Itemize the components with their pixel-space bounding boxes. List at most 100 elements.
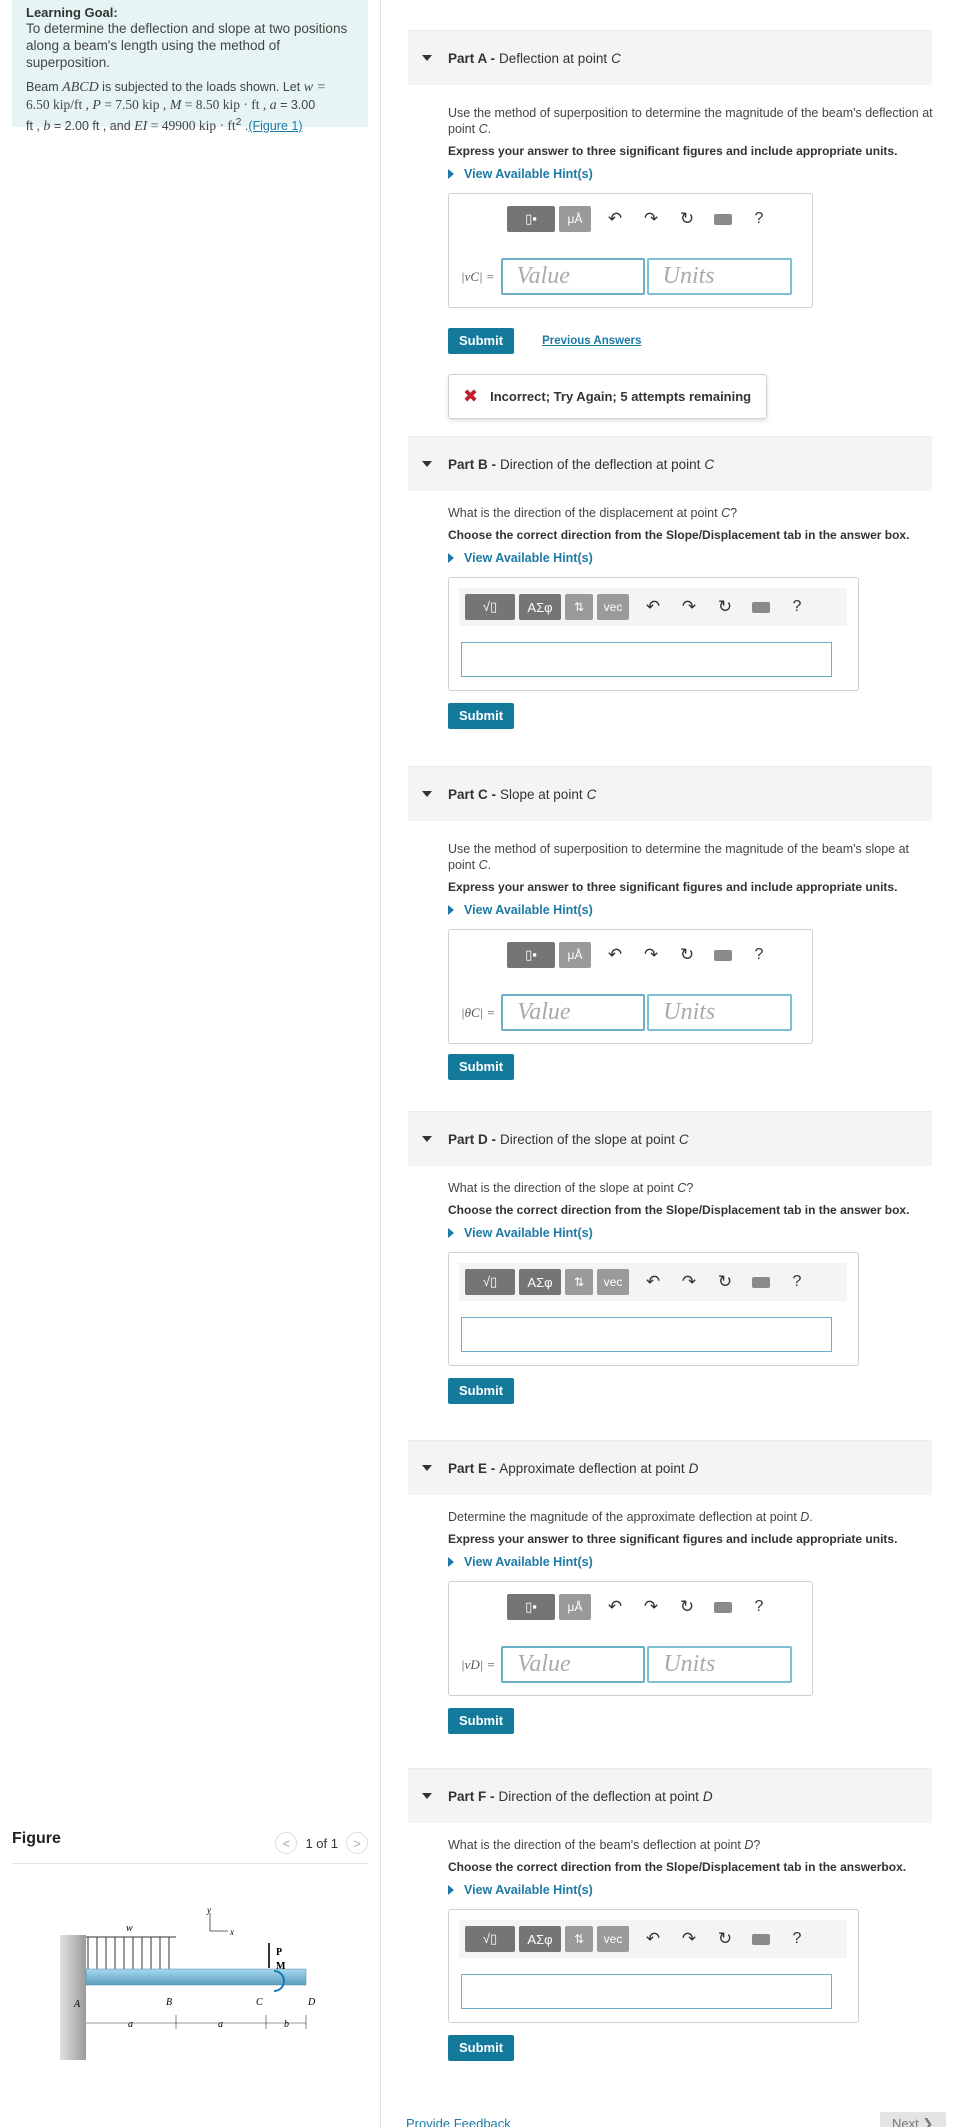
- keyboard-icon[interactable]: [743, 594, 779, 620]
- part-b-header[interactable]: Part B - Direction of the deflection at p…: [408, 436, 932, 491]
- figure-link[interactable]: (Figure 1): [248, 119, 302, 133]
- help-icon[interactable]: ?: [741, 1594, 777, 1620]
- view-hints-link[interactable]: View Available Hint(s): [448, 167, 932, 181]
- var-m: M: [169, 98, 182, 113]
- reset-icon[interactable]: ↻: [707, 1926, 743, 1952]
- prev-figure-button[interactable]: <: [275, 1832, 298, 1854]
- value-input[interactable]: Value: [501, 1646, 646, 1683]
- view-hints-link[interactable]: View Available Hint(s): [448, 551, 932, 565]
- units-input[interactable]: Units: [647, 1646, 793, 1683]
- answer-input[interactable]: [461, 1317, 832, 1352]
- figure-label-m: M: [276, 1961, 286, 1972]
- collapse-triangle-icon[interactable]: [422, 1136, 432, 1142]
- undo-icon[interactable]: ↶: [635, 594, 671, 620]
- sqrt-template-icon[interactable]: √▯: [465, 594, 515, 620]
- template-icon[interactable]: ▯▪: [507, 1594, 555, 1620]
- submit-button[interactable]: Submit: [448, 1378, 515, 1404]
- arrows-button[interactable]: ⇅: [565, 1269, 593, 1295]
- undo-icon[interactable]: ↶: [597, 206, 633, 232]
- greek-button[interactable]: ΑΣφ: [519, 1926, 561, 1952]
- help-icon[interactable]: ?: [779, 594, 815, 620]
- view-hints-link[interactable]: View Available Hint(s): [448, 1555, 932, 1569]
- collapse-triangle-icon[interactable]: [422, 461, 432, 467]
- template-icon[interactable]: ▯▪: [507, 942, 555, 968]
- feedback-text: Incorrect; Try Again; 5 attempts remaini…: [490, 389, 752, 404]
- submit-button[interactable]: Submit: [448, 1708, 515, 1734]
- caret-right-icon: [448, 1228, 454, 1238]
- submit-button[interactable]: Submit: [448, 703, 515, 729]
- part-a-header[interactable]: Part A - Deflection at point C: [408, 30, 932, 85]
- answer-input[interactable]: [461, 642, 832, 677]
- keyboard-icon[interactable]: [705, 1594, 741, 1620]
- collapse-triangle-icon[interactable]: [422, 1465, 432, 1471]
- undo-icon[interactable]: ↶: [635, 1926, 671, 1952]
- sqrt-template-icon[interactable]: √▯: [465, 1926, 515, 1952]
- vec-button[interactable]: vec: [597, 1269, 629, 1295]
- reset-icon[interactable]: ↻: [669, 1594, 705, 1620]
- undo-icon[interactable]: ↶: [597, 1594, 633, 1620]
- figure-label-w: w: [126, 1923, 133, 1934]
- value-input[interactable]: Value: [501, 994, 646, 1031]
- units-button[interactable]: μÅ: [559, 942, 591, 968]
- next-figure-button[interactable]: >: [346, 1832, 368, 1854]
- keyboard-icon[interactable]: [743, 1926, 779, 1952]
- undo-icon[interactable]: ↶: [635, 1269, 671, 1295]
- units-button[interactable]: μÅ: [559, 206, 591, 232]
- part-e-header[interactable]: Part E - Approximate deflection at point …: [408, 1440, 932, 1495]
- view-hints-link[interactable]: View Available Hint(s): [448, 1883, 932, 1897]
- part-f-header[interactable]: Part F - Direction of the deflection at p…: [408, 1768, 932, 1823]
- view-hints-link[interactable]: View Available Hint(s): [448, 903, 932, 917]
- units-input[interactable]: Units: [646, 258, 792, 295]
- arrows-button[interactable]: ⇅: [565, 1926, 593, 1952]
- next-button[interactable]: Next ❯: [880, 2112, 946, 2127]
- undo-icon[interactable]: ↶: [597, 942, 633, 968]
- keyboard-icon[interactable]: [743, 1269, 779, 1295]
- instructions: Express your answer to three significant…: [448, 880, 898, 894]
- keyboard-icon[interactable]: [705, 942, 741, 968]
- help-icon[interactable]: ?: [741, 942, 777, 968]
- figure-label-a2: a: [218, 2019, 223, 2030]
- vec-button[interactable]: vec: [597, 1926, 629, 1952]
- units-input[interactable]: Units: [647, 994, 793, 1031]
- submit-button[interactable]: Submit: [448, 328, 515, 354]
- submit-button[interactable]: Submit: [448, 1054, 515, 1080]
- collapse-triangle-icon[interactable]: [422, 791, 432, 797]
- keyboard-icon[interactable]: [705, 206, 741, 232]
- provide-feedback-link[interactable]: Provide Feedback: [406, 2116, 511, 2127]
- previous-answers-link[interactable]: Previous Answers: [542, 335, 641, 347]
- vec-button[interactable]: vec: [597, 594, 629, 620]
- redo-icon[interactable]: ↷: [671, 1269, 707, 1295]
- submit-button[interactable]: Submit: [448, 2035, 515, 2061]
- reset-icon[interactable]: ↻: [707, 594, 743, 620]
- value-input[interactable]: Value: [500, 258, 645, 295]
- redo-icon[interactable]: ↷: [671, 1926, 707, 1952]
- reset-icon[interactable]: ↻: [669, 942, 705, 968]
- collapse-triangle-icon[interactable]: [422, 1793, 432, 1799]
- part-d-header[interactable]: Part D - Direction of the slope at point …: [408, 1111, 932, 1166]
- part-c-header[interactable]: Part C - Slope at point C: [408, 766, 932, 821]
- answer-input[interactable]: [461, 1974, 832, 2009]
- collapse-triangle-icon[interactable]: [422, 55, 432, 61]
- help-icon[interactable]: ?: [779, 1926, 815, 1952]
- feedback-message: ✖ Incorrect; Try Again; 5 attempts remai…: [448, 374, 767, 419]
- reset-icon[interactable]: ↻: [669, 206, 705, 232]
- units-button[interactable]: μÅ: [559, 1594, 591, 1620]
- template-icon[interactable]: ▯▪: [507, 206, 555, 232]
- distributed-load-arrows: [87, 1937, 170, 1969]
- help-icon[interactable]: ?: [779, 1269, 815, 1295]
- redo-icon[interactable]: ↷: [633, 1594, 669, 1620]
- answer-box: ▯▪ μÅ ↶ ↷ ↻ ? |vC| = Value Units: [448, 193, 813, 308]
- view-hints-link[interactable]: View Available Hint(s): [448, 1226, 932, 1240]
- answer-box: ▯▪ μÅ ↶ ↷ ↻ ? |vD| = Value Units: [448, 1581, 813, 1696]
- part-label: Part A -: [448, 50, 496, 66]
- greek-button[interactable]: ΑΣφ: [519, 594, 561, 620]
- redo-icon[interactable]: ↷: [633, 942, 669, 968]
- arrows-button[interactable]: ⇅: [565, 594, 593, 620]
- redo-icon[interactable]: ↷: [671, 594, 707, 620]
- beam-name: ABCD: [62, 80, 99, 95]
- help-icon[interactable]: ?: [741, 206, 777, 232]
- reset-icon[interactable]: ↻: [707, 1269, 743, 1295]
- sqrt-template-icon[interactable]: √▯: [465, 1269, 515, 1295]
- greek-button[interactable]: ΑΣφ: [519, 1269, 561, 1295]
- redo-icon[interactable]: ↷: [633, 206, 669, 232]
